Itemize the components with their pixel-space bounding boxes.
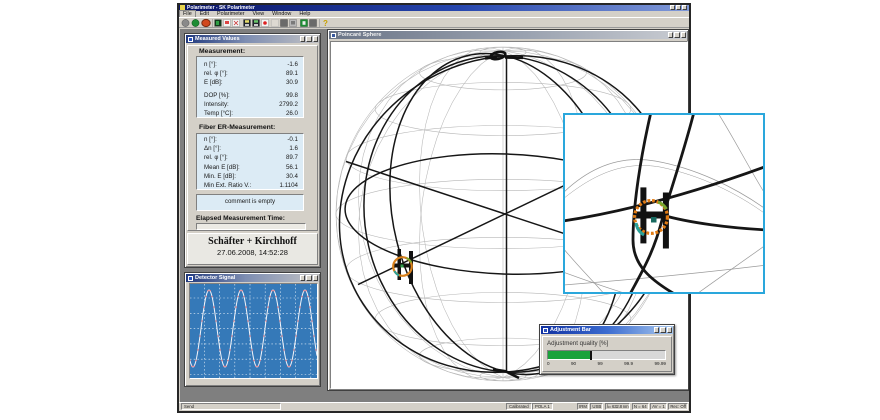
svg-text:?: ? (323, 19, 328, 28)
